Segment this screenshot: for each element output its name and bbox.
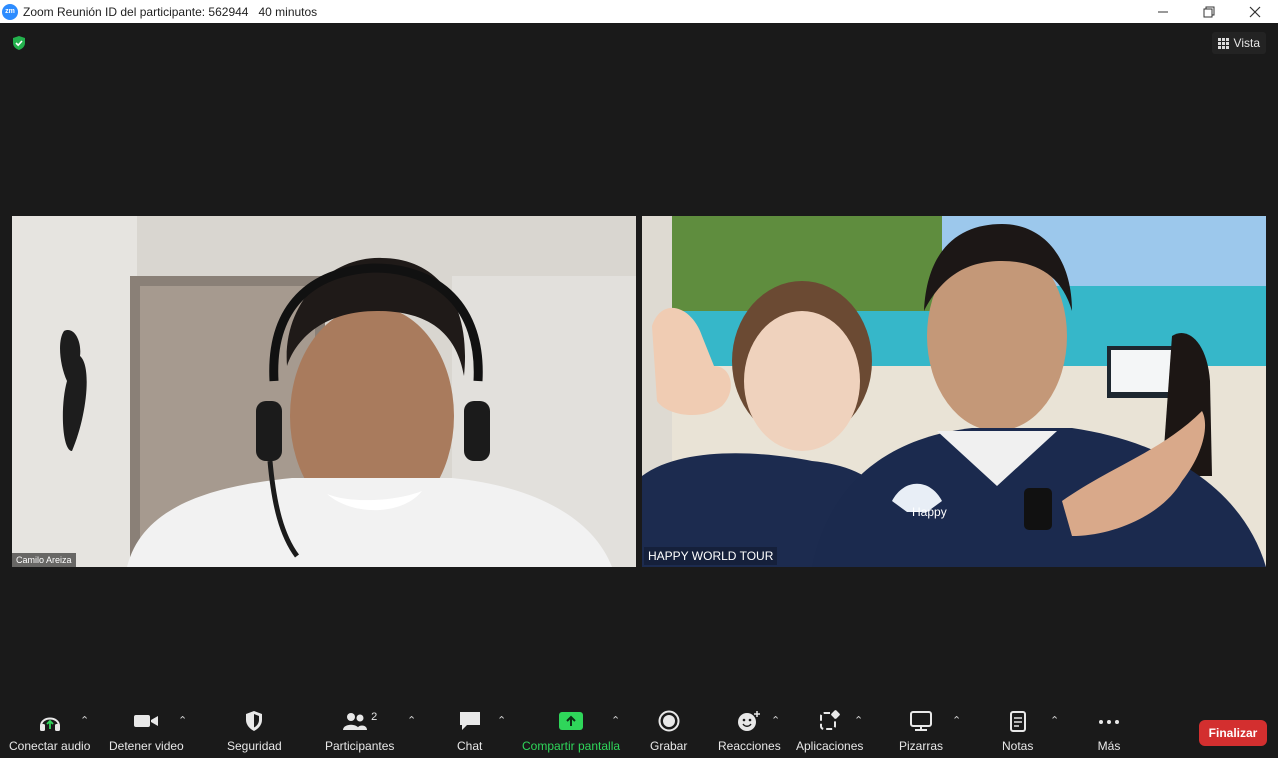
window-controls — [1140, 0, 1278, 23]
apps-options-chevron-up-icon[interactable]: ⌃ — [854, 714, 863, 727]
notes-options-chevron-up-icon[interactable]: ⌃ — [1050, 714, 1059, 727]
view-button[interactable]: Vista — [1211, 32, 1266, 54]
participant-video-happy-world-tour: Happy — [642, 216, 1266, 567]
more-button[interactable]: Más — [1097, 710, 1121, 753]
view-label: Vista — [1233, 36, 1260, 50]
whiteboard-icon — [910, 711, 932, 731]
participant-name-label: Camilo Areiza — [12, 553, 76, 567]
participants-label: Participantes — [325, 739, 395, 753]
shirt-logo-text: Happy — [912, 505, 947, 519]
record-label: Grabar — [650, 739, 688, 753]
close-window-button[interactable] — [1232, 0, 1278, 23]
chat-bubble-icon — [459, 712, 480, 730]
participant-name-label: HAPPY WORLD TOUR — [644, 547, 778, 565]
security-label: Seguridad — [227, 739, 282, 753]
meeting-stage: Vista Camilo Areiza Happy HAPPY WORLD TO… — [0, 23, 1278, 700]
chat-label: Chat — [457, 739, 483, 753]
share-screen-button[interactable]: Compartir pantalla — [522, 710, 620, 753]
participants-icon — [343, 713, 368, 730]
minimize-button[interactable] — [1140, 0, 1186, 23]
title-bar: zm Zoom Reunión ID del participante: 562… — [0, 0, 1278, 23]
end-meeting-button[interactable]: Finalizar — [1199, 720, 1267, 746]
participants-button[interactable]: 2 Participantes — [325, 710, 394, 753]
grid-icon — [1217, 37, 1229, 49]
reactions-options-chevron-up-icon[interactable]: ⌃ — [771, 714, 780, 727]
participant-video-camilo — [12, 216, 636, 567]
share-options-chevron-up-icon[interactable]: ⌃ — [611, 714, 620, 727]
restore-icon — [1203, 6, 1215, 17]
share-screen-label: Compartir pantalla — [522, 739, 621, 753]
minimize-icon — [1158, 11, 1168, 12]
notes-button[interactable]: Notas — [1002, 710, 1033, 753]
video-camera-icon — [134, 715, 159, 727]
record-icon — [658, 710, 680, 732]
share-screen-icon — [559, 712, 584, 730]
more-dots-icon — [1099, 720, 1119, 724]
whiteboards-button[interactable]: Pizarras — [899, 710, 943, 753]
video-options-chevron-up-icon[interactable]: ⌃ — [178, 714, 187, 727]
video-tile-camilo[interactable]: Camilo Areiza — [12, 216, 636, 567]
audio-options-chevron-up-icon[interactable]: ⌃ — [80, 714, 89, 727]
stop-video-label: Detener video — [109, 739, 184, 753]
whiteboards-label: Pizarras — [899, 739, 944, 753]
notes-icon — [1009, 711, 1026, 732]
whiteboards-options-chevron-up-icon[interactable]: ⌃ — [952, 714, 961, 727]
record-button[interactable]: Grabar — [650, 710, 687, 753]
reactions-label: Reacciones — [718, 739, 781, 753]
stop-video-button[interactable]: Detener video — [109, 710, 184, 753]
video-tile-happy-world-tour[interactable]: Happy HAPPY WORLD TOUR — [642, 216, 1266, 567]
zoom-logo-icon: zm — [2, 3, 18, 20]
security-shield-icon — [246, 711, 263, 731]
participants-options-chevron-up-icon[interactable]: ⌃ — [407, 714, 416, 727]
notes-label: Notas — [1002, 739, 1034, 753]
restore-button[interactable] — [1186, 0, 1232, 23]
chat-button[interactable]: Chat — [457, 710, 482, 753]
window-title: Zoom Reunión ID del participante: 562944… — [23, 4, 318, 19]
encryption-shield-icon[interactable] — [11, 35, 27, 51]
connect-audio-button[interactable]: Conectar audio — [9, 710, 90, 753]
headphones-icon — [39, 717, 60, 731]
apps-icon — [819, 710, 840, 730]
connect-audio-label: Conectar audio — [9, 739, 91, 753]
meeting-toolbar: Conectar audio ⌃ Detener video ⌃ Segurid… — [0, 700, 1278, 758]
apps-label: Aplicaciones — [796, 739, 864, 753]
reactions-smiley-icon — [738, 711, 761, 731]
close-icon — [1249, 6, 1261, 17]
more-label: Más — [1097, 739, 1121, 753]
chat-options-chevron-up-icon[interactable]: ⌃ — [497, 714, 506, 727]
security-button[interactable]: Seguridad — [227, 710, 282, 753]
participants-count: 2 — [371, 711, 378, 723]
